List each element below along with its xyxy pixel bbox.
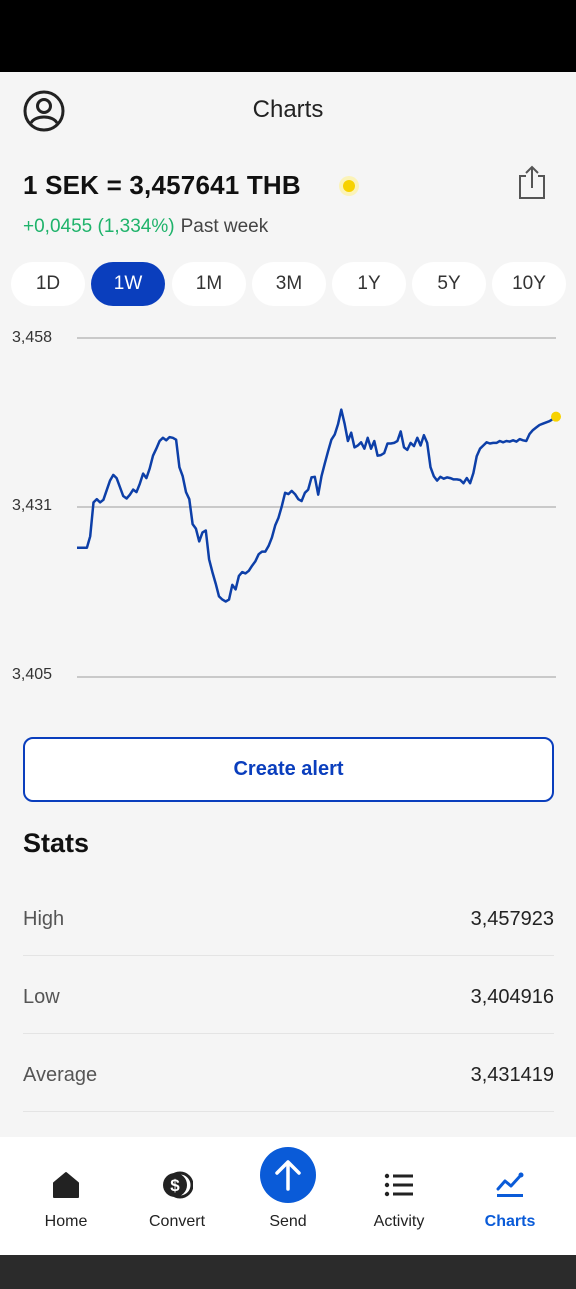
svg-text:$: $ (170, 1176, 180, 1195)
rate-chart[interactable]: 3,458 3,431 3,405 (0, 322, 576, 702)
series-line (77, 408, 557, 603)
exchange-rate: 1 SEK = 3,457641 THB (23, 170, 301, 200)
stat-value: 3,404916 (470, 986, 554, 1008)
tab-1m[interactable]: 1M (172, 262, 246, 306)
nav-label: Convert (148, 1213, 206, 1230)
stat-label: High (23, 908, 65, 930)
header: Charts (0, 72, 576, 148)
nav-label: Home (44, 1213, 88, 1230)
change-value: +0,0455 (1,334%) (23, 216, 175, 237)
range-tabs: 1D 1W 1M 3M 1Y 5Y 10Y (11, 262, 569, 306)
stat-label: Average (23, 1064, 98, 1086)
activity-icon (384, 1173, 413, 1197)
charts-icon (496, 1172, 524, 1197)
share-button[interactable] (516, 164, 548, 200)
send-icon (275, 1160, 301, 1191)
live-indicator (343, 180, 355, 192)
tab-1y[interactable]: 1Y (332, 262, 406, 306)
nav-charts[interactable]: Charts (455, 1137, 565, 1255)
stat-label: Low (23, 986, 60, 1008)
system-nav-bar (0, 1255, 576, 1289)
create-alert-button[interactable]: Create alert (23, 737, 554, 802)
chart-canvas (77, 337, 561, 678)
last-point-marker (551, 411, 561, 422)
tab-1d[interactable]: 1D (11, 262, 85, 306)
app-screen: Charts 1 SEK = 3,457641 THB +0,0455 (1,3… (0, 72, 576, 1255)
nav-home[interactable]: Home (11, 1137, 121, 1255)
stat-row-average: Average 3,431419 (23, 1034, 554, 1112)
stat-value: 3,457923 (470, 908, 554, 930)
page-title: Charts (252, 96, 324, 123)
status-bar (0, 0, 576, 72)
rate-change: +0,0455 (1,334%) Past week (23, 216, 268, 238)
nav-convert[interactable]: $ Convert (122, 1137, 232, 1255)
stat-row-low: Low 3,404916 (23, 956, 554, 1034)
nav-label: Send (269, 1213, 307, 1230)
tab-3m[interactable]: 3M (252, 262, 326, 306)
bottom-nav: Home $ Convert Send Activity Charts (0, 1137, 576, 1255)
stat-row-high: High 3,457923 (23, 878, 554, 956)
send-button[interactable] (260, 1147, 316, 1203)
stat-value: 3,431419 (470, 1064, 554, 1086)
convert-icon: $ (163, 1171, 193, 1199)
tab-5y[interactable]: 5Y (412, 262, 486, 306)
nav-activity[interactable]: Activity (344, 1137, 454, 1255)
change-period: Past week (180, 216, 269, 237)
tab-1w[interactable]: 1W (91, 262, 165, 306)
nav-send[interactable]: Send (233, 1137, 343, 1255)
share-icon (519, 165, 545, 199)
nav-label: Activity (373, 1213, 425, 1230)
stats-title: Stats (23, 828, 90, 858)
tab-10y[interactable]: 10Y (492, 262, 566, 306)
home-icon (53, 1172, 79, 1198)
nav-label: Charts (484, 1213, 536, 1230)
